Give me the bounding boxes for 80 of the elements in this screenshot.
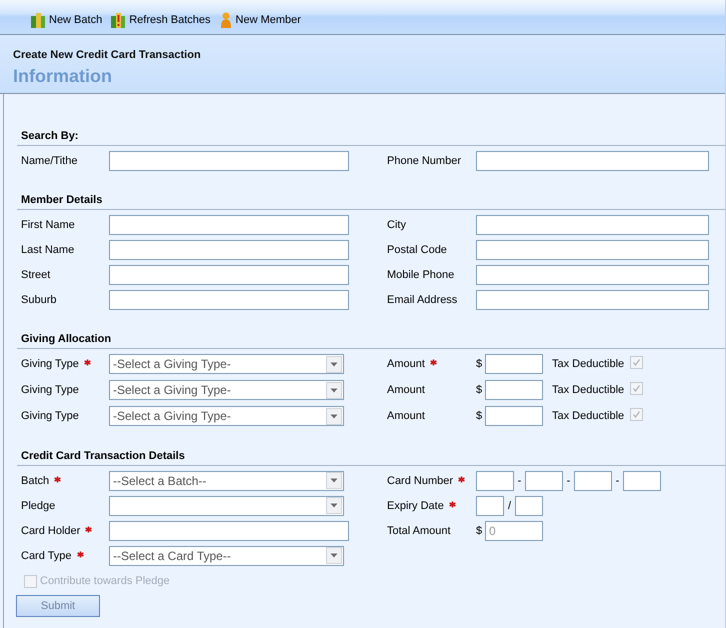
section-heading: Giving Allocation (21, 332, 112, 346)
input-field[interactable] (515, 496, 543, 516)
amount-field[interactable] (485, 406, 543, 426)
section-heading: Search By: (21, 129, 78, 143)
input-field[interactable] (525, 470, 563, 490)
caret-icon[interactable] (326, 472, 342, 489)
field-label: Amount (387, 409, 425, 423)
input-field[interactable] (623, 470, 661, 490)
input-field[interactable] (476, 240, 709, 260)
amount-field[interactable] (485, 380, 543, 400)
field-label: Last Name (21, 242, 74, 256)
field-label: Email Address (387, 292, 458, 306)
field-label: Expiry Date (387, 498, 444, 512)
person-icon (220, 12, 232, 28)
field-label: First Name (21, 218, 75, 232)
currency-symbol: $ (476, 357, 484, 371)
currency-symbol: $ (476, 524, 484, 538)
dropdown-field[interactable]: -Select a Giving Type- (109, 354, 344, 374)
input-field[interactable] (476, 496, 504, 516)
input-field[interactable] (109, 520, 349, 540)
separator: - (566, 474, 572, 488)
input-field[interactable] (109, 150, 349, 170)
page-subtitle: Create New Credit Card Transaction (13, 48, 201, 62)
input-field[interactable] (109, 290, 349, 310)
field-label: Giving Type (21, 383, 79, 397)
field-label: Amount (387, 357, 425, 371)
input-field[interactable] (109, 240, 349, 260)
field-label: Card Type (21, 548, 72, 562)
field-label: Suburb (21, 292, 56, 306)
field-label: Card Holder (21, 524, 80, 538)
field-label: Street (21, 268, 50, 282)
input-field[interactable] (476, 150, 709, 170)
field-label: Giving Type (21, 409, 79, 423)
toolbar-button[interactable]: New Batch (31, 11, 102, 29)
field-label: Batch (21, 474, 50, 488)
separator: / (506, 498, 512, 512)
section-heading: Credit Card Transaction Details (21, 449, 185, 463)
dropdown-field[interactable]: -Select a Giving Type- (109, 406, 344, 426)
toolbar-button[interactable]: Refresh Batches (111, 11, 211, 29)
input-field[interactable] (476, 214, 709, 234)
caret-icon[interactable] (326, 547, 342, 564)
input-field[interactable] (476, 264, 709, 284)
page-title: Information (13, 65, 112, 87)
field-label: Total Amount (387, 524, 451, 538)
checkbox-label: Tax Deductible (552, 409, 624, 423)
input-field[interactable] (109, 264, 349, 284)
books-exclamation-icon (111, 12, 126, 28)
checkbox-label: Tax Deductible (552, 357, 624, 371)
caret-icon[interactable] (326, 356, 342, 372)
field-label: Name/Tithe (21, 154, 78, 168)
field-label: City (387, 218, 406, 232)
input-field[interactable] (574, 470, 612, 490)
dropdown-field[interactable]: -Select a Giving Type- (109, 380, 344, 400)
input-field[interactable] (476, 290, 709, 310)
section-heading: Member Details (21, 193, 102, 207)
dropdown-field[interactable]: --Select a Card Type-- (109, 546, 344, 566)
checkbox-label: Contribute towards Pledge (40, 574, 170, 588)
input-field[interactable] (476, 470, 514, 490)
field-label: Pledge (21, 498, 56, 512)
books-icon (31, 12, 45, 28)
toolbar-button[interactable]: New Member (220, 11, 301, 29)
separator: - (614, 474, 620, 488)
caret-icon[interactable] (326, 497, 342, 514)
dropdown-field[interactable]: --Select a Batch-- (109, 470, 344, 490)
field-label: Giving Type (21, 357, 79, 371)
field-label: Mobile Phone (387, 268, 454, 282)
input-field[interactable] (109, 214, 349, 234)
currency-symbol: $ (476, 383, 484, 397)
amount-field[interactable]: 0 (485, 520, 543, 540)
caret-icon[interactable] (326, 382, 342, 398)
field-label: Card Number (387, 474, 454, 488)
checkbox-label: Tax Deductible (552, 383, 624, 397)
caret-icon[interactable] (326, 408, 342, 424)
currency-symbol: $ (476, 409, 484, 423)
field-label: Phone Number (387, 154, 461, 168)
field-label: Postal Code (387, 242, 447, 256)
field-label: Amount (387, 383, 425, 397)
separator: - (516, 474, 522, 488)
dropdown-field[interactable] (109, 496, 344, 516)
amount-field[interactable] (485, 354, 543, 374)
